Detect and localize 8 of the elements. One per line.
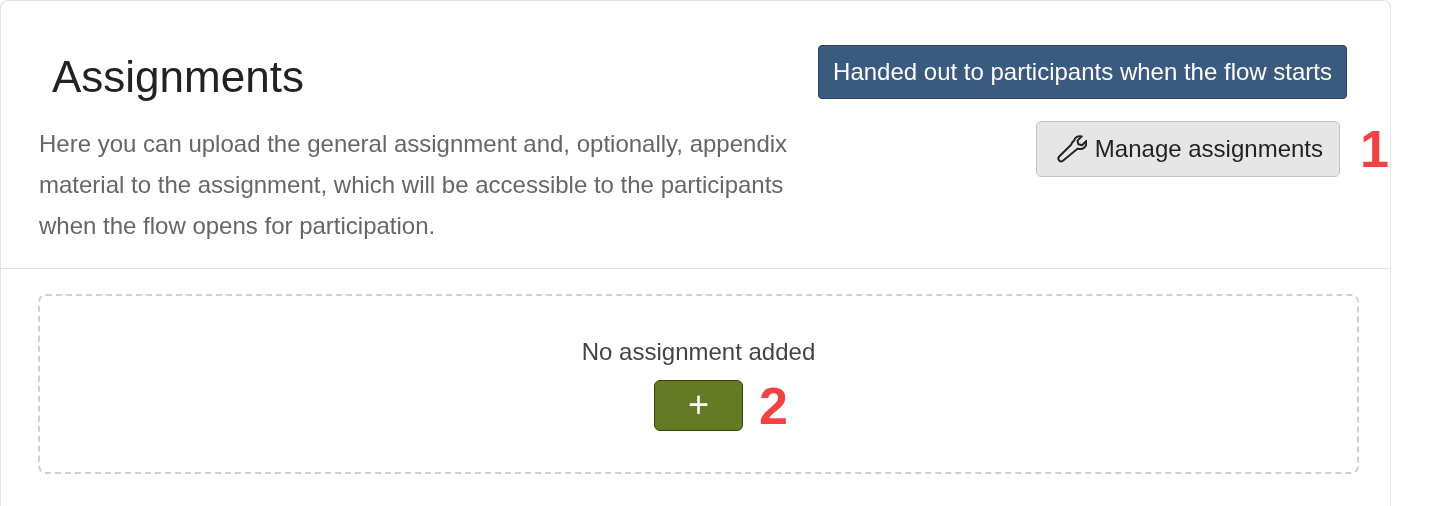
annotation-number: 2 bbox=[759, 379, 789, 432]
add-button[interactable]: + bbox=[654, 379, 743, 431]
description-text: Here you can upload the general assignment and, optionally, appendix material to the assignment, which will be accessible to the participants when the flow opens for participation. bbox=[39, 129, 789, 241]
empty-message: No assignment added bbox=[581, 337, 816, 366]
section-title: Assignments bbox=[52, 51, 305, 103]
annotation-number: 1 bbox=[1360, 123, 1390, 175]
info-badge: Handed out to participants when the flow starts bbox=[818, 45, 1347, 99]
manage-assignments-button[interactable]: Manage assignments bbox=[1035, 121, 1340, 177]
